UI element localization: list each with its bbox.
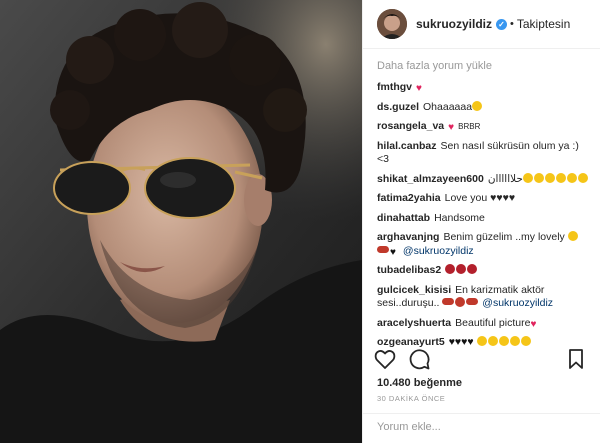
comment: gulcicek_kisisi En karizmatik aktör sesi.…: [377, 284, 590, 311]
comment-author[interactable]: rosangela_va: [377, 120, 444, 132]
comment-author[interactable]: fatima2yahia: [377, 192, 441, 204]
ok-hand-emoji-icon: [566, 172, 577, 183]
rose-emoji-icon: [456, 264, 467, 274]
smiley-emoji-icon: [509, 336, 520, 346]
portrait-image: [0, 0, 362, 443]
comment-text: حلاااااان: [487, 172, 523, 185]
heart-outline-icon[interactable]: [373, 347, 397, 371]
comment: tubadelibas2: [377, 264, 590, 278]
instagram-post: sukruozyildiz ✓ • Takiptesin Daha fazla …: [0, 0, 600, 443]
comment-text: Love you ♥♥♥♥: [444, 192, 516, 204]
comment: shikat_almzayeen600 حلاااااان: [377, 172, 590, 187]
comment-author[interactable]: tubadelibas2: [377, 264, 441, 276]
comment: arghavanjng Benim güzelim ..my lovely ♥ @…: [377, 231, 590, 258]
comment-author[interactable]: arghavanjng: [377, 231, 439, 243]
heart-eyes-emoji-icon: [476, 336, 487, 346]
heart-eyes-emoji-icon: [498, 336, 509, 346]
avatar[interactable]: [377, 9, 407, 39]
speech-bubble-icon[interactable]: [407, 347, 431, 371]
smiley-emoji-icon: [520, 336, 531, 346]
black-heart-emoji-icon: ♥: [390, 246, 396, 258]
post-side-panel: sukruozyildiz ✓ • Takiptesin Daha fazla …: [362, 0, 600, 443]
comment: ds.guzel Ohaaaaaa: [377, 100, 590, 115]
comments-list: Daha fazla yorum yükle fmthgv ♥ ds.guzel O…: [377, 60, 590, 356]
ok-hand-emoji-icon: [577, 172, 588, 183]
lips-emoji-icon: [377, 245, 389, 253]
username-link[interactable]: sukruozyildiz: [416, 17, 492, 31]
comment-author[interactable]: gulcicek_kisisi: [377, 284, 451, 296]
comment: dinahattab Handsome: [377, 212, 590, 226]
mention-link[interactable]: @sukruozyildiz: [403, 245, 474, 257]
avatar-image: [377, 9, 407, 39]
verified-badge-icon: ✓: [496, 18, 508, 30]
ok-hand-emoji-icon: [555, 172, 566, 183]
rose-emoji-icon: [445, 264, 456, 274]
divider: [363, 413, 600, 414]
comment-text: Handsome: [434, 211, 485, 224]
comment-author[interactable]: hilal.canbaz: [377, 140, 437, 152]
comment-text: Benim güzelim ..my lovely: [443, 231, 565, 243]
follow-status[interactable]: Takiptesin: [517, 17, 570, 31]
heart-emoji-icon: ♥: [530, 318, 537, 330]
comment-author[interactable]: fmthgv: [377, 81, 412, 93]
bookmark-icon[interactable]: [564, 347, 588, 371]
load-more-comments-link[interactable]: Daha fazla yorum yükle: [377, 60, 590, 72]
heart-emoji-icon: ♥: [448, 122, 455, 133]
comment-text: Ohaaaaaa: [423, 100, 473, 113]
comment: hilal.canbaz Sen nasıl sükrüsün olum ya :…: [377, 140, 590, 167]
comment: aracelyshuerta Beautiful picture♥: [377, 317, 590, 331]
ok-hand-emoji-icon: [522, 172, 533, 183]
love-letter-emoji-icon: [455, 297, 466, 307]
comment: fmthgv ♥: [377, 81, 590, 95]
comment: fatima2yahia Love you ♥♥♥♥: [377, 192, 590, 206]
smiley-emoji-icon: [472, 100, 483, 111]
add-comment-input[interactable]: [377, 421, 587, 433]
comment-author[interactable]: dinahattab: [377, 212, 430, 224]
comment-text: Beautiful picture: [455, 316, 531, 329]
lips-emoji-icon: [466, 298, 479, 305]
lips-emoji-icon: [442, 298, 455, 305]
comment-author[interactable]: ds.guzel: [377, 101, 419, 113]
post-photo[interactable]: [0, 0, 362, 443]
post-header: sukruozyildiz ✓ • Takiptesin: [363, 0, 600, 49]
mention-link[interactable]: @sukruozyildiz: [482, 297, 553, 309]
separator-dot: •: [510, 18, 514, 30]
likes-count[interactable]: 10.480 beğenme: [377, 377, 462, 389]
comment-author[interactable]: aracelyshuerta: [377, 317, 451, 329]
comment-author[interactable]: shikat_almzayeen600: [377, 173, 484, 185]
action-bar: [373, 346, 588, 372]
comment-text: BRBR: [458, 122, 481, 131]
heart-eyes-emoji-icon: [567, 231, 578, 241]
post-timestamp[interactable]: 30 DAKİKA ÖNCE: [377, 394, 445, 403]
heart-eyes-emoji-icon: [487, 336, 498, 346]
ok-hand-emoji-icon: [544, 172, 555, 183]
ok-hand-emoji-icon: [533, 172, 544, 183]
comment: rosangela_va ♥ BRBR: [377, 120, 590, 134]
rose-emoji-icon: [467, 264, 478, 274]
heart-emoji-icon: ♥: [416, 83, 422, 94]
